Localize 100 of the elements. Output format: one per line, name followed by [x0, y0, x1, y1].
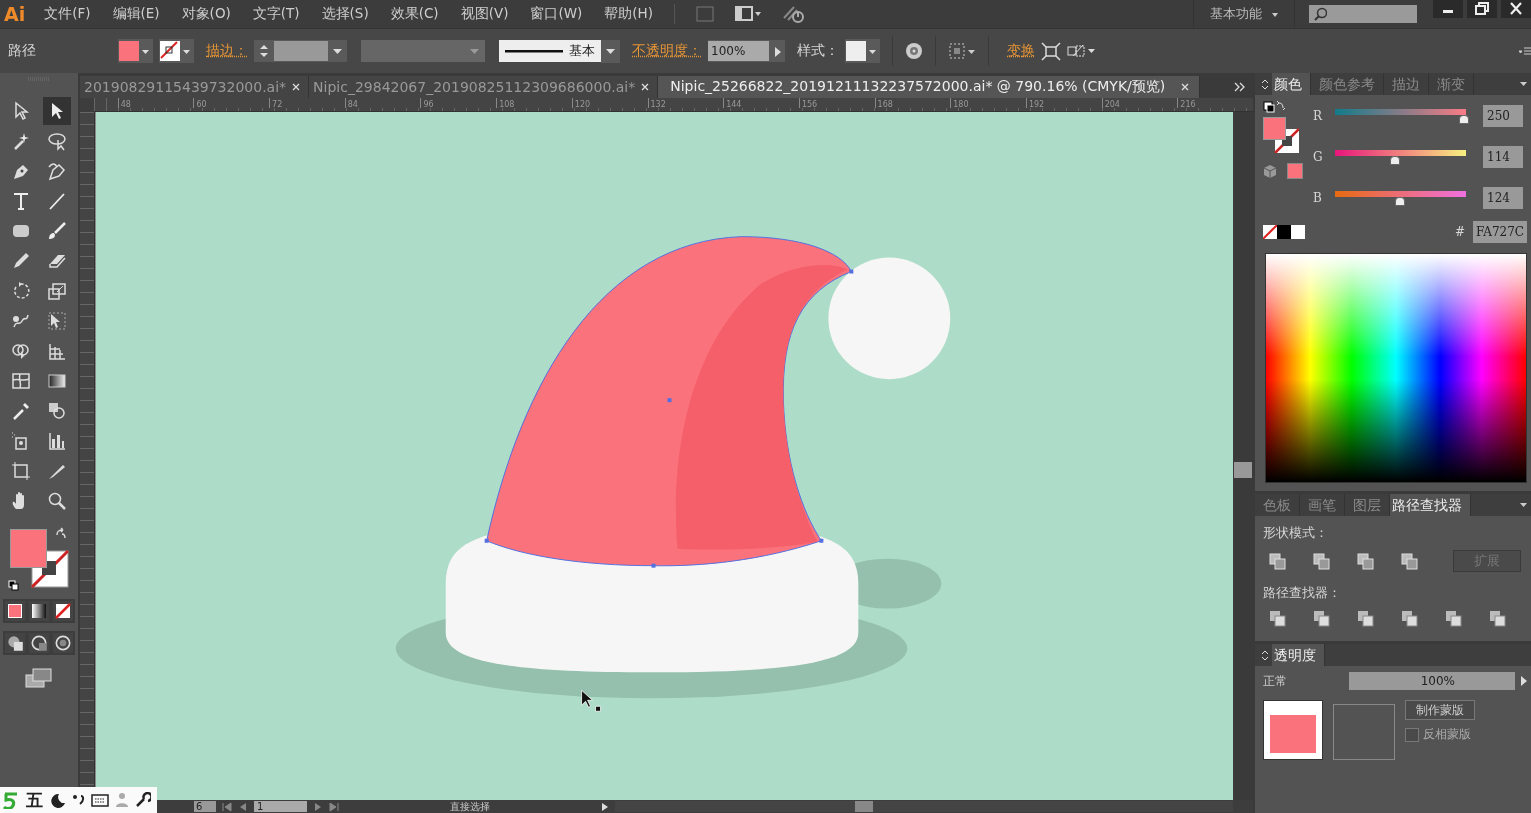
ime-mode-label[interactable]: 五 [26, 788, 43, 812]
none-color-icon[interactable] [1263, 225, 1277, 239]
trim-icon[interactable] [1313, 610, 1330, 627]
transform-link[interactable]: 变换 [1007, 42, 1035, 60]
channel-value-field[interactable]: 124 [1483, 187, 1523, 209]
opacity-field[interactable]: 100% [708, 40, 785, 62]
panel-menu-icon[interactable] [1520, 503, 1527, 507]
menu-item[interactable]: 文件(F) [33, 5, 102, 23]
slider-thumb[interactable] [1394, 197, 1405, 206]
menu-item[interactable]: 视图(V) [449, 5, 520, 23]
fill-stroke-swatches[interactable] [1263, 117, 1299, 153]
collapse-arrows-icon[interactable] [1261, 649, 1269, 661]
exclude-icon[interactable] [1401, 552, 1418, 570]
draw-behind-icon[interactable] [29, 633, 49, 653]
zoom-field[interactable]: 6 [194, 801, 216, 812]
gradient-mode-icon[interactable] [29, 601, 49, 621]
color-slider-track[interactable] [1335, 109, 1466, 123]
minus-front-icon[interactable] [1313, 552, 1330, 570]
menu-item[interactable]: 效果(C) [379, 5, 450, 23]
draw-normal-icon[interactable] [5, 633, 25, 653]
panel-tab[interactable]: 色板 [1255, 494, 1300, 516]
layout-icon[interactable] [735, 5, 762, 23]
brush-dropdown[interactable]: 基本 [499, 40, 620, 62]
web-safe-color-swatch[interactable] [1287, 163, 1303, 179]
close-icon[interactable] [292, 83, 301, 91]
last-page-icon[interactable] [329, 801, 339, 812]
color-spectrum[interactable] [1265, 253, 1527, 483]
color-mode-button[interactable] [5, 601, 25, 621]
hex-field[interactable]: FA727C [1473, 221, 1527, 243]
channel-value-field[interactable]: 250 [1483, 105, 1523, 127]
style-dropdown[interactable] [845, 39, 880, 63]
make-mask-button[interactable]: 制作蒙版 [1405, 700, 1475, 720]
color-slider-track[interactable] [1335, 191, 1466, 205]
merge-icon[interactable] [1357, 610, 1374, 627]
page-field[interactable]: 1 [254, 801, 307, 812]
panel-menu-icon[interactable] [1520, 82, 1527, 86]
close-icon[interactable] [1501, 0, 1531, 18]
panel-tab[interactable]: 路径查找器 [1390, 494, 1471, 516]
fit-frame-icon[interactable] [1041, 41, 1061, 61]
outline-icon[interactable] [1445, 610, 1462, 627]
blend-mode-dropdown[interactable]: 正常 [1263, 672, 1343, 690]
panel-menu-icon[interactable] [1519, 46, 1531, 56]
punctuation-icon[interactable] [71, 792, 85, 808]
stroke-link[interactable]: 描边： [206, 42, 248, 60]
color-slider-track[interactable] [1335, 150, 1466, 164]
direct-selection-icon[interactable] [43, 97, 71, 125]
document-tab[interactable]: Nipic_29842067_20190825112309686000.ai* [309, 76, 659, 98]
close-icon[interactable] [1181, 83, 1190, 91]
minimize-icon[interactable] [1433, 0, 1463, 18]
play-icon[interactable] [601, 801, 609, 812]
close-icon[interactable] [641, 83, 650, 91]
menu-item[interactable]: 窗口(W) [519, 5, 594, 23]
horizontal-scrollbar[interactable] [615, 801, 1233, 812]
fill-stroke-swatches[interactable] [10, 529, 69, 588]
menu-item[interactable]: 编辑(E) [101, 5, 171, 23]
globe-icon[interactable] [905, 42, 923, 60]
menu-item[interactable]: 选择(S) [310, 5, 380, 23]
default-colors-icon[interactable] [8, 580, 19, 591]
first-page-icon[interactable] [222, 801, 232, 812]
sync-icon[interactable] [782, 4, 806, 24]
menu-item[interactable]: 帮助(H) [593, 5, 664, 23]
restore-icon[interactable] [1467, 0, 1497, 18]
fill-color-dropdown[interactable] [118, 39, 153, 63]
divide-icon[interactable] [1269, 610, 1286, 627]
none-mode-icon[interactable] [53, 601, 73, 621]
document-tab[interactable]: 20190829115439732000.ai* [80, 76, 310, 98]
panel-tab[interactable]: 画笔 [1300, 494, 1345, 516]
isolate-icon[interactable] [1067, 42, 1095, 60]
search-field[interactable] [1309, 5, 1417, 23]
menu-item[interactable]: 文字(T) [241, 5, 311, 23]
selection-bounds-icon[interactable] [948, 42, 976, 60]
stroke-color-dropdown[interactable] [159, 39, 194, 63]
panel-tab[interactable]: 描边 [1384, 73, 1429, 95]
previous-page-icon[interactable] [238, 801, 248, 812]
unite-icon[interactable] [1269, 552, 1286, 570]
screen-mode-icon[interactable] [25, 667, 53, 689]
menu-item[interactable]: 对象(O) [170, 5, 242, 23]
next-page-icon[interactable] [313, 801, 323, 812]
draw-inside-icon[interactable] [53, 633, 73, 653]
keyboard-icon[interactable] [91, 792, 109, 808]
color-swatch[interactable] [1291, 225, 1305, 239]
panel-tab[interactable]: 颜色 [1272, 73, 1311, 95]
checkbox[interactable] [1405, 727, 1419, 742]
minus-back-icon[interactable] [1489, 610, 1506, 627]
intersect-icon[interactable] [1357, 552, 1374, 570]
opacity-link[interactable]: 不透明度： [632, 42, 702, 60]
slider-thumb[interactable] [1389, 156, 1400, 165]
opacity-field[interactable]: 100% [1349, 672, 1515, 690]
panel-tab[interactable]: 渐变 [1429, 73, 1474, 95]
crop-icon[interactable] [1401, 610, 1418, 627]
color-swatch[interactable] [1277, 225, 1291, 239]
swap-arrows-icon[interactable] [54, 527, 66, 539]
overflow-icon[interactable] [1234, 82, 1245, 92]
channel-value-field[interactable]: 114 [1483, 146, 1523, 168]
stroke-weight-field[interactable] [254, 40, 347, 62]
panel-tab[interactable]: 颜色参考 [1311, 73, 1384, 95]
document-tab[interactable]: Nipic_25266822_20191211132237572000.ai* @ 790.16% (CMYK/预览) [658, 76, 1201, 98]
play-icon[interactable] [1521, 676, 1527, 686]
moon-icon[interactable] [49, 792, 65, 808]
panel-tab[interactable]: 透明度 [1272, 644, 1325, 666]
